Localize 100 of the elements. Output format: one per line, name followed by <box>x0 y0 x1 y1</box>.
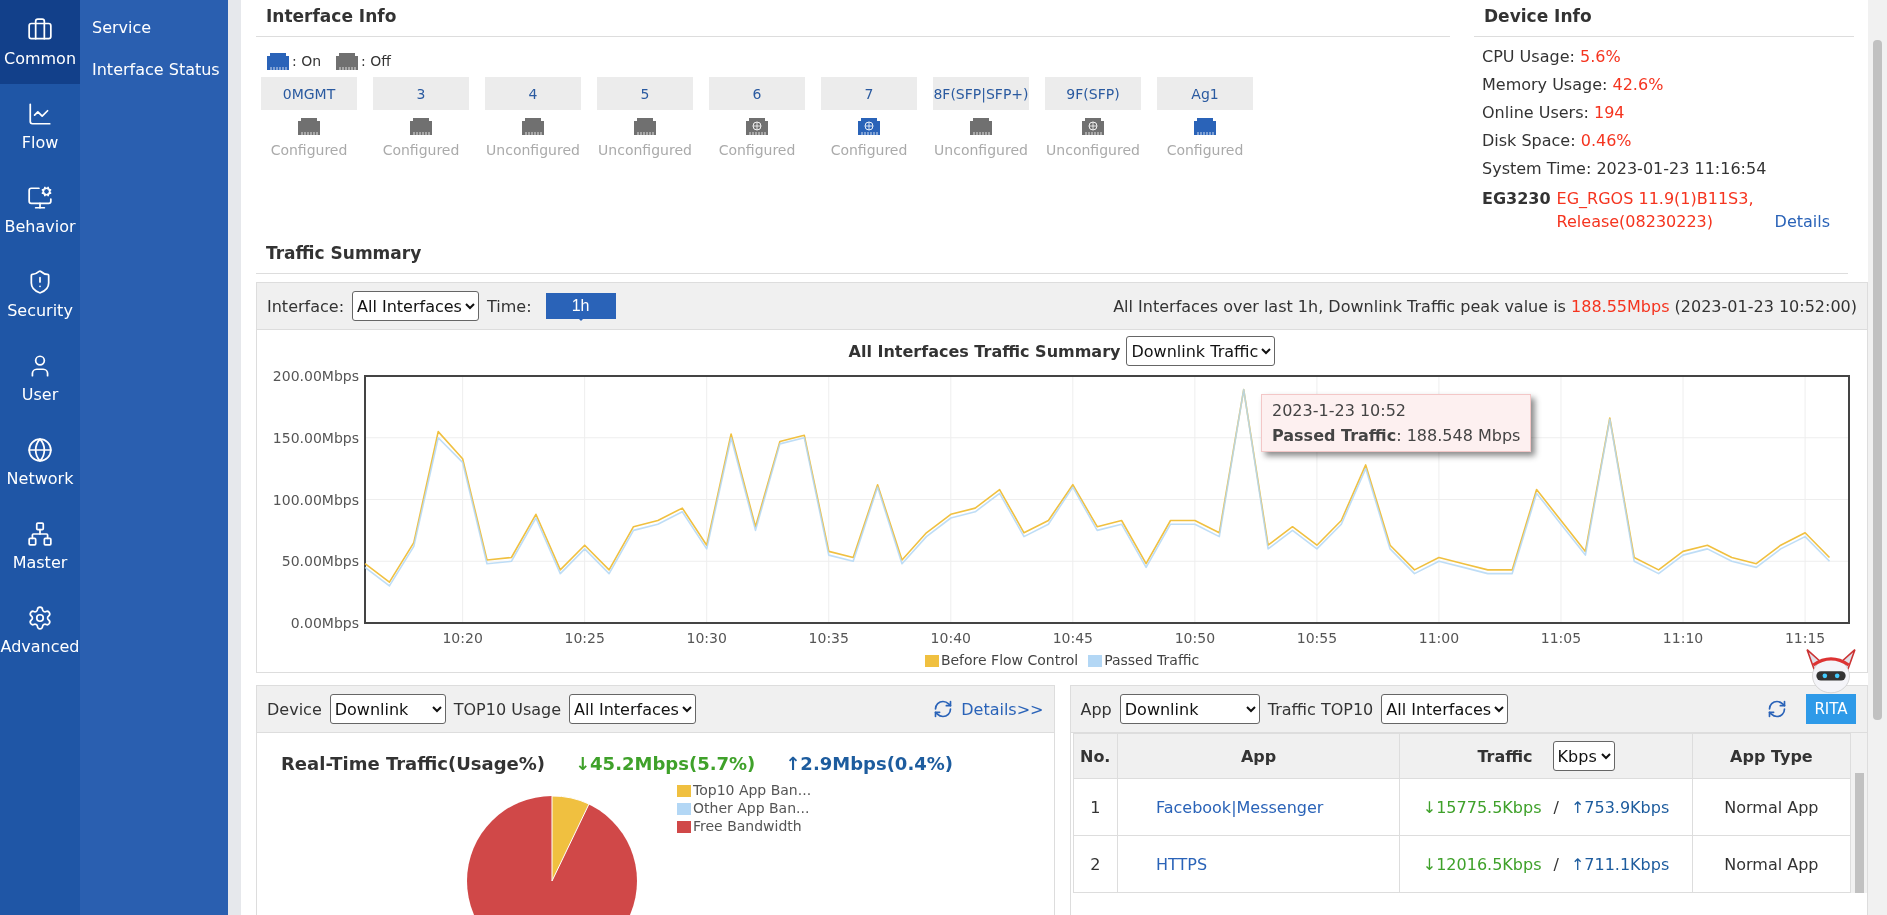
ethernet-port-icon <box>335 51 360 71</box>
uplink-traffic: ↑753.9Kbps <box>1570 797 1670 817</box>
port-name: 4 <box>485 77 581 110</box>
globe-icon <box>27 436 53 463</box>
x-axis-label: 11:05 <box>1540 630 1582 646</box>
details-link[interactable]: Details>> <box>961 699 1044 719</box>
info-value: 194 <box>1594 103 1625 122</box>
legend-item[interactable]: Other App Ban... <box>677 800 812 816</box>
port-name: 7 <box>821 77 917 110</box>
info-value: 5.6% <box>1579 47 1621 66</box>
model-name: EG3230 <box>1482 188 1551 210</box>
chart-title: All Interfaces Traffic Summary <box>848 341 1121 361</box>
x-axis-label: 10:45 <box>1052 630 1093 646</box>
details-link[interactable]: Details <box>1774 210 1831 233</box>
nav-item[interactable]: Network <box>0 420 80 504</box>
column-header: App <box>1240 746 1277 766</box>
scrollbar-thumb[interactable] <box>1873 40 1882 720</box>
app-link[interactable]: HTTPS <box>1155 854 1208 874</box>
legend-item[interactable]: Top10 App Ban... <box>677 782 812 798</box>
refresh-icon[interactable] <box>1767 699 1787 719</box>
port-name: 8F(SFP|SFP+) <box>933 77 1029 110</box>
firmware-version: EG_RGOS 11.9(1)B11S3, Release(08230223) <box>1556 188 1755 233</box>
port-status: Configured <box>1166 142 1244 158</box>
tooltip-title: 2023-1-23 10:52 <box>1272 401 1407 420</box>
table-cell: 1 <box>1073 778 1118 836</box>
interface-select[interactable]: All Interfaces <box>352 291 480 321</box>
scrollbar[interactable] <box>1868 0 1887 915</box>
briefcase-icon <box>27 16 53 43</box>
line-chart-icon <box>27 100 53 127</box>
port-status: Configured <box>718 142 796 158</box>
info-value: 0.46% <box>1580 131 1632 150</box>
separator: / <box>1553 797 1559 817</box>
interface-select[interactable]: All Interfaces <box>1381 694 1509 724</box>
hierarchy-icon <box>27 520 53 547</box>
x-axis-label: 10:55 <box>1296 630 1338 646</box>
port-name: 9F(SFP) <box>1045 77 1141 110</box>
port-status: Unconfigured <box>486 142 580 158</box>
info-value: 42.6% <box>1612 75 1664 94</box>
nav-item[interactable]: User <box>0 336 80 420</box>
column-header: App Type <box>1730 746 1813 766</box>
legend-item[interactable]: Before Flow Control <box>924 652 1079 668</box>
field-label: Device <box>267 699 322 719</box>
scrollbar[interactable] <box>1851 733 1867 893</box>
port-name: 6 <box>709 77 805 110</box>
info-label: Memory Usage: <box>1482 75 1609 94</box>
x-axis-label: 10:40 <box>930 630 971 646</box>
refresh-icon[interactable] <box>933 699 954 719</box>
field-label: Interface: <box>267 296 345 316</box>
peak-summary: All Interfaces over last 1h, Downlink Traffic peak value is 188.55Mbps (2023-01-23 10:52:00) <box>1113 296 1857 316</box>
interface-select[interactable]: All Interfaces <box>569 694 697 724</box>
uplink-rate: ↑2.9Mbps(0.4%) <box>785 753 954 774</box>
unit-select[interactable]: Kbps <box>1552 741 1615 771</box>
port-status: Unconfigured <box>934 142 1028 158</box>
field-label: App <box>1080 699 1112 719</box>
x-axis-label: 11:10 <box>1662 630 1704 646</box>
legend-item[interactable]: Passed Traffic <box>1088 652 1200 668</box>
separator: / <box>1553 854 1559 874</box>
direction-select[interactable]: Downlink <box>329 694 446 724</box>
x-axis-label: 10:50 <box>1174 630 1216 646</box>
legend-label: : On <box>292 53 322 69</box>
nav-item[interactable]: Common <box>0 0 80 84</box>
direction-select[interactable]: Downlink <box>1119 694 1260 724</box>
port-name: 5 <box>597 77 693 110</box>
info-label: Disk Space: <box>1482 131 1577 150</box>
x-axis-label: 11:00 <box>1418 630 1460 646</box>
info-label: CPU Usage: <box>1482 47 1576 66</box>
nav-item[interactable]: Advanced <box>0 588 80 672</box>
nav-item[interactable]: Flow <box>0 84 80 168</box>
realtime-title: Real-Time Traffic(Usage%) <box>281 753 545 774</box>
uplink-traffic: ↑711.1Kbps <box>1570 854 1670 874</box>
traffic-type-select[interactable]: Downlink Traffic <box>1126 336 1276 366</box>
y-axis-label: 0.00Mbps <box>290 615 359 631</box>
scrollbar-thumb[interactable] <box>1854 773 1864 893</box>
nav-item[interactable]: Behavior <box>0 168 80 252</box>
port-status: Configured <box>270 142 348 158</box>
nav-item[interactable]: Master <box>0 504 80 588</box>
field-label: Time: <box>487 296 532 316</box>
info-label: System Time: <box>1482 159 1593 178</box>
port-status: Unconfigured <box>598 142 692 158</box>
nav-item[interactable]: Security <box>0 252 80 336</box>
tooltip-value: Passed Traffic: 188.548 Mbps <box>1272 426 1521 445</box>
monitor-icon <box>27 184 53 211</box>
subnav-item[interactable]: Interface Status <box>80 52 228 94</box>
y-axis-label: 100.00Mbps <box>272 491 359 508</box>
subnav-item[interactable]: Service <box>80 10 228 52</box>
y-axis-label: 200.00Mbps <box>272 368 359 384</box>
port-status: Unconfigured <box>1046 142 1140 158</box>
section-title: Interface Info <box>256 0 1450 37</box>
table-cell: 2 <box>1073 835 1118 893</box>
x-axis-label: 10:20 <box>442 630 483 646</box>
port-status: Configured <box>830 142 908 158</box>
port-name: 0MGMT <box>261 77 357 110</box>
x-axis-label: 10:25 <box>564 630 605 646</box>
legend-item[interactable]: Free Bandwidth <box>677 818 812 834</box>
downlink-rate: ↓45.2Mbps(5.7%) <box>575 753 756 774</box>
section-title: Traffic Summary <box>256 237 1848 274</box>
x-axis-label: 11:15 <box>1784 630 1826 646</box>
info-label: Online Users: <box>1482 103 1590 122</box>
settings-icon <box>27 604 53 631</box>
section-title: Device Info <box>1474 0 1854 37</box>
